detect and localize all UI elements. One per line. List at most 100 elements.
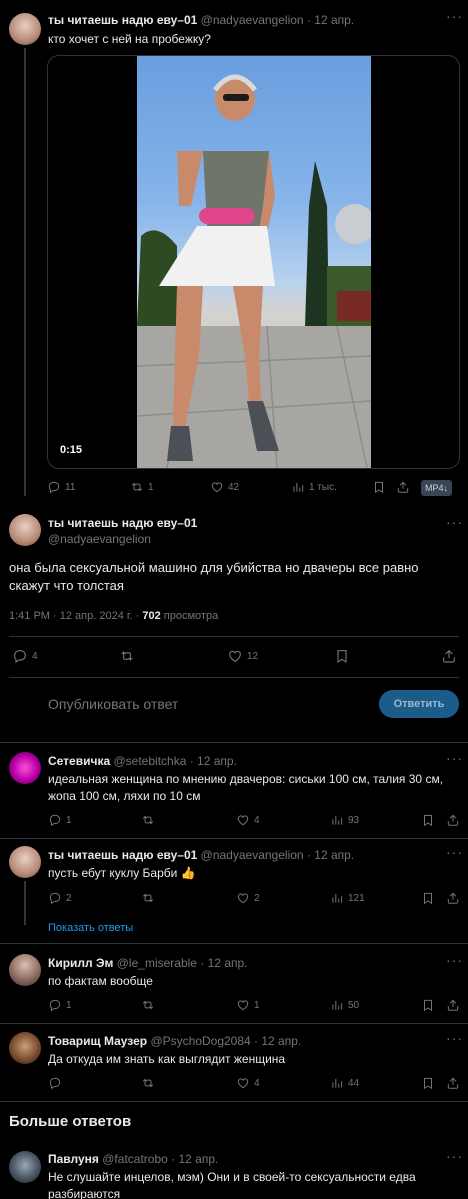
- bookmark-button[interactable]: [421, 1076, 435, 1090]
- avatar[interactable]: [9, 514, 41, 546]
- divider: [0, 838, 468, 839]
- retweet-button[interactable]: [141, 1076, 155, 1090]
- like-button[interactable]: 1: [236, 998, 260, 1012]
- reply-input[interactable]: Опубликовать ответ: [48, 696, 178, 712]
- thumbs-up-emoji: 👍: [180, 866, 196, 880]
- author-name[interactable]: ты читаешь надю еву–01: [48, 13, 197, 27]
- video-player[interactable]: 0:15: [47, 55, 460, 469]
- share-icon: [396, 480, 410, 494]
- author-name[interactable]: Кирилл Эм: [48, 956, 113, 970]
- share-button[interactable]: [396, 480, 410, 494]
- more-icon[interactable]: ···: [446, 514, 463, 530]
- retweet-button[interactable]: [141, 813, 155, 827]
- like-count: 4: [254, 814, 260, 826]
- author-name[interactable]: ты читаешь надю еву–01: [48, 848, 197, 862]
- avatar[interactable]: [9, 846, 41, 878]
- more-icon[interactable]: ···: [446, 1148, 463, 1164]
- reply-count: 11: [65, 481, 76, 493]
- reply-count: 1: [66, 814, 72, 826]
- avatar[interactable]: [9, 13, 41, 45]
- author-name[interactable]: ты читаешь надю еву–01: [48, 516, 197, 530]
- author-name[interactable]: Сетевичка: [48, 754, 110, 768]
- share-button[interactable]: [446, 1076, 460, 1090]
- reply-header: ты читаешь надю еву–01 @nadyaevangelion …: [48, 848, 354, 862]
- author-name[interactable]: Павлуня: [48, 1152, 99, 1166]
- reply-submit-button[interactable]: Ответить: [379, 690, 459, 718]
- reply-icon: [48, 813, 62, 827]
- retweet-button[interactable]: [119, 648, 135, 664]
- bookmark-icon: [421, 891, 435, 905]
- tweet-text: кто хочет с ней на пробежку?: [48, 32, 211, 46]
- author-handle[interactable]: @PsychoDog2084: [150, 1034, 250, 1048]
- author-handle[interactable]: @nadyaevangelion: [48, 532, 151, 546]
- share-button[interactable]: [446, 813, 460, 827]
- author-handle[interactable]: @setebitchka: [113, 754, 186, 768]
- share-button[interactable]: [446, 891, 460, 905]
- share-button[interactable]: [441, 648, 457, 664]
- like-button[interactable]: 42: [210, 480, 239, 494]
- reply-count: 2: [66, 892, 72, 904]
- avatar[interactable]: [9, 1151, 41, 1183]
- heart-icon: [236, 891, 250, 905]
- views-button[interactable]: 93: [330, 813, 359, 827]
- author-handle[interactable]: @fatcatrobo: [102, 1152, 168, 1166]
- reply-date[interactable]: · 12 апр.: [190, 754, 237, 768]
- more-icon[interactable]: ···: [446, 1030, 463, 1046]
- more-icon[interactable]: ···: [446, 750, 463, 766]
- view-count: 50: [348, 999, 360, 1011]
- reply-actions: 4 44: [48, 1076, 460, 1096]
- reply-button[interactable]: 1: [48, 998, 72, 1012]
- show-replies-link[interactable]: Показать ответы: [48, 922, 133, 934]
- tweet-timestamp[interactable]: 1:41 PM · 12 апр. 2024 г. ·: [9, 610, 142, 622]
- bookmark-icon: [372, 480, 386, 494]
- like-button[interactable]: 4: [236, 1076, 260, 1090]
- view-count: 121: [348, 892, 365, 904]
- reply-button[interactable]: 1: [48, 813, 72, 827]
- reply-date[interactable]: · 12 апр.: [254, 1034, 301, 1048]
- tweet-meta: 1:41 PM · 12 апр. 2024 г. · 702 просмотр…: [9, 610, 218, 622]
- avatar[interactable]: [9, 1032, 41, 1064]
- download-badge[interactable]: MP4↓: [421, 480, 453, 496]
- reply-date[interactable]: · 12 апр.: [171, 1152, 218, 1166]
- bookmark-button[interactable]: [372, 480, 386, 494]
- views-button[interactable]: 1 тыс.: [291, 480, 337, 494]
- like-button[interactable]: 12: [227, 648, 258, 664]
- like-button[interactable]: 4: [236, 813, 260, 827]
- more-icon[interactable]: ···: [446, 952, 463, 968]
- like-button[interactable]: 2: [236, 891, 260, 905]
- author-handle[interactable]: @nadyaevangelion: [201, 13, 304, 27]
- tweet-date[interactable]: · 12 апр.: [307, 13, 354, 27]
- retweet-button[interactable]: [141, 891, 155, 905]
- reply-button[interactable]: 2: [48, 891, 72, 905]
- reply-button[interactable]: [48, 1076, 66, 1090]
- reply-date[interactable]: · 12 апр.: [307, 848, 354, 862]
- author-handle[interactable]: @le_miserable: [117, 956, 197, 970]
- author-handle[interactable]: @nadyaevangelion: [201, 848, 304, 862]
- avatar[interactable]: [9, 954, 41, 986]
- heart-icon: [236, 813, 250, 827]
- views-button[interactable]: 50: [330, 998, 359, 1012]
- bookmark-button[interactable]: [334, 648, 350, 664]
- divider: [9, 677, 459, 678]
- more-icon[interactable]: ···: [446, 844, 463, 860]
- retweet-icon: [119, 648, 135, 664]
- share-button[interactable]: [446, 998, 460, 1012]
- retweet-button[interactable]: [141, 998, 155, 1012]
- retweet-icon: [141, 813, 155, 827]
- share-icon: [446, 998, 460, 1012]
- reply-button[interactable]: 11: [47, 480, 75, 494]
- author-name[interactable]: Товарищ Маузер: [48, 1034, 147, 1048]
- bookmark-button[interactable]: [421, 813, 435, 827]
- views-button[interactable]: 121: [330, 891, 365, 905]
- reply-button[interactable]: 4: [12, 648, 38, 664]
- reply-text: идеальная женщина по мнению двачеров: си…: [48, 772, 444, 803]
- more-icon[interactable]: ···: [446, 8, 463, 24]
- avatar[interactable]: [9, 752, 41, 784]
- bookmark-button[interactable]: [421, 998, 435, 1012]
- retweet-button[interactable]: 1: [130, 480, 154, 494]
- reply-date[interactable]: · 12 апр.: [200, 956, 247, 970]
- views-button[interactable]: 44: [330, 1076, 359, 1090]
- share-icon: [446, 891, 460, 905]
- reply-text: пусть ебут куклу Барби: [48, 866, 178, 880]
- bookmark-button[interactable]: [421, 891, 435, 905]
